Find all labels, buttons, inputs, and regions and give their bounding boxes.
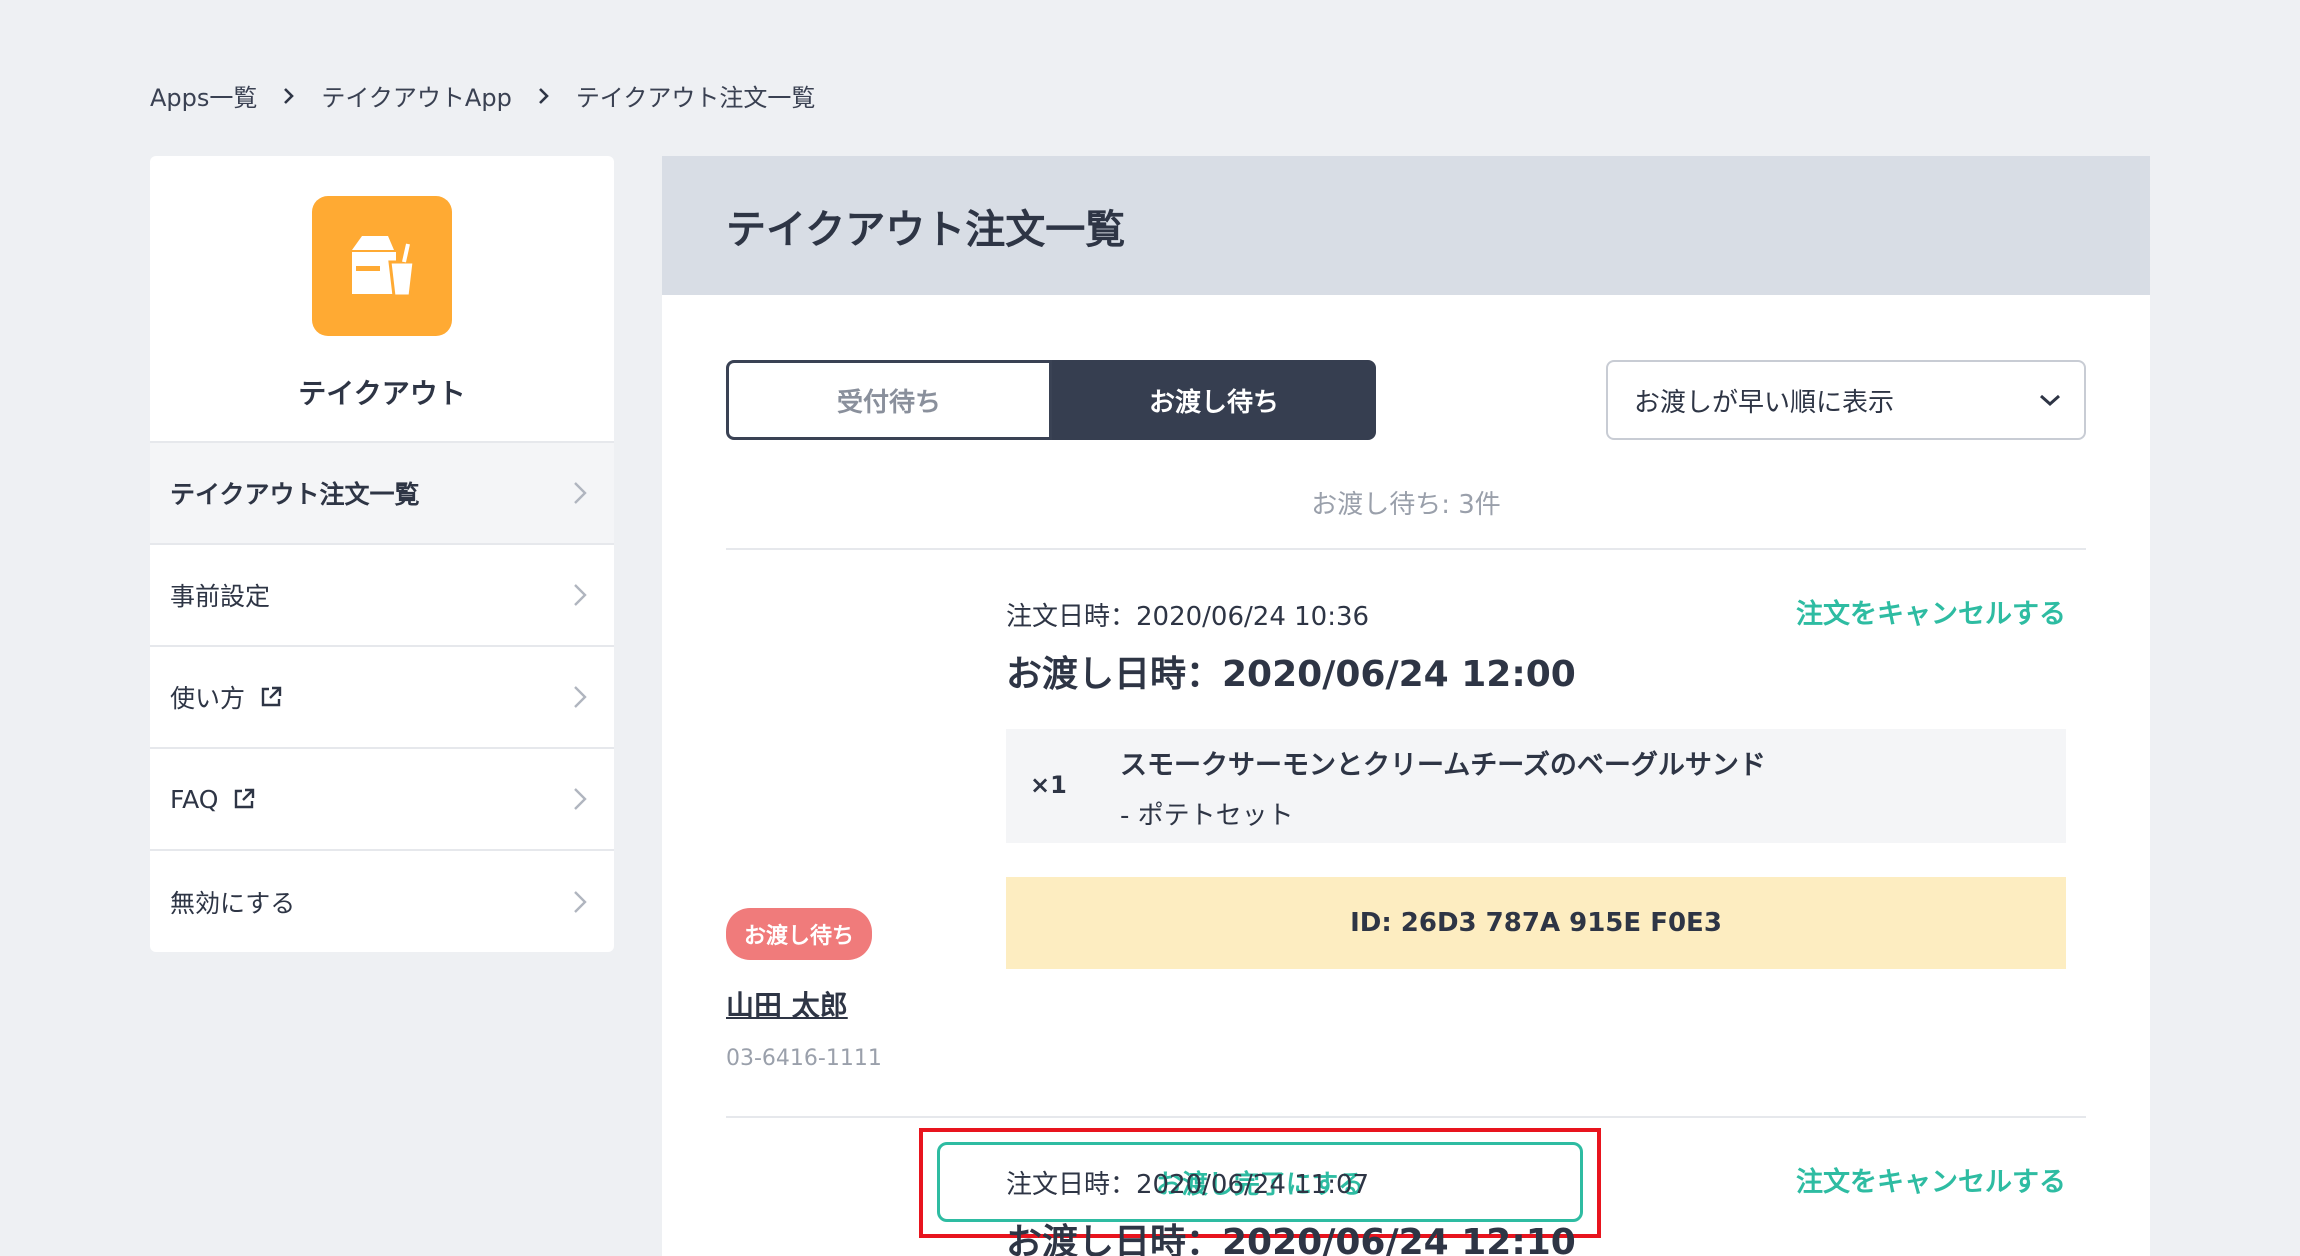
chevron-right-icon	[534, 86, 554, 106]
sidebar: テイクアウト テイクアウト注文一覧 事前設定 使い方 FAQ 無効にする	[150, 156, 614, 952]
page: Apps一覧 テイクアウトApp テイクアウト注文一覧 テイクアウト テイクアウ…	[0, 0, 2300, 1256]
breadcrumb-current: テイクアウト注文一覧	[575, 84, 816, 112]
chevron-right-icon	[574, 686, 587, 708]
customer-name-link[interactable]: 山田 太郎	[726, 984, 882, 1024]
customer-info: お渡し待ち 山田 太郎 03-6416-1111	[726, 908, 882, 1071]
main-panel: テイクアウト注文一覧 受付待ち お渡し待ち お渡しが早い順に表示 お渡し待ち: …	[662, 156, 2150, 1256]
sidebar-item-usage[interactable]: 使い方	[150, 647, 614, 749]
external-link-icon	[235, 788, 255, 809]
divider	[726, 1116, 2086, 1118]
customer-phone: 03-6416-1111	[726, 1046, 882, 1071]
chevron-right-icon	[574, 891, 587, 913]
cancel-order-link[interactable]: 注文をキャンセルする	[1796, 592, 2066, 631]
breadcrumb: Apps一覧 テイクアウトApp テイクアウト注文一覧	[150, 78, 815, 113]
cancel-order-link[interactable]: 注文をキャンセルする	[1796, 1160, 2066, 1199]
sidebar-item-label: FAQ	[170, 784, 219, 814]
handoff-datetime: お渡し日時：2020/06/24 12:00	[1006, 654, 1576, 695]
app-header: テイクアウト	[150, 156, 614, 443]
tab-pending[interactable]: 受付待ち	[726, 360, 1052, 440]
breadcrumb-apps[interactable]: Apps一覧	[150, 78, 257, 113]
item-name: スモークサーモンとクリームチーズのベーグルサンド	[1120, 750, 1766, 781]
handoff-datetime: お渡し日時：2020/06/24 12:10	[1006, 1222, 1576, 1256]
status-badge: お渡し待ち	[726, 908, 873, 960]
sidebar-item-label: 事前設定	[170, 582, 271, 611]
order-detail: 注文日時：2020/06/24 10:36 注文をキャンセルする お渡し日時：2…	[1006, 596, 2066, 969]
chevron-right-icon	[574, 788, 587, 810]
item-quantity: ×1	[1030, 771, 1067, 799]
sidebar-item-disable[interactable]: 無効にする	[150, 851, 614, 952]
sidebar-item-faq[interactable]: FAQ	[150, 749, 614, 851]
tab-awaiting-handoff[interactable]: お渡し待ち	[1052, 360, 1376, 440]
breadcrumb-takeout-app[interactable]: テイクアウトApp	[321, 78, 511, 113]
page-title: テイクアウト注文一覧	[662, 156, 2150, 295]
order-item: ×1 スモークサーモンとクリームチーズのベーグルサンド - ポテトセット	[1006, 729, 2066, 843]
sidebar-item-label: 無効にする	[170, 889, 296, 918]
chevron-right-icon	[574, 584, 587, 606]
chevron-down-icon	[2040, 394, 2060, 407]
sidebar-item-order-list[interactable]: テイクアウト注文一覧	[150, 443, 614, 545]
app-name: テイクアウト	[298, 377, 466, 410]
order-id: ID: 26D3 787A 915E F0E3	[1006, 877, 2066, 969]
sort-select[interactable]: お渡しが早い順に表示	[1606, 360, 2086, 440]
sidebar-item-label: 使い方	[170, 684, 246, 713]
item-option: - ポテトセット	[1120, 801, 1294, 831]
order-detail: 注文日時：2020/06/24 11:07 注文をキャンセルする お渡し日時：2…	[1006, 1164, 2066, 1256]
sidebar-item-label: テイクアウト注文一覧	[170, 480, 420, 509]
external-link-icon	[261, 686, 282, 707]
filter-controls: 受付待ち お渡し待ち お渡しが早い順に表示	[726, 360, 2086, 440]
sidebar-item-settings[interactable]: 事前設定	[150, 545, 614, 647]
chevron-right-icon	[574, 482, 587, 504]
chevron-right-icon	[279, 86, 299, 106]
sort-select-value: お渡しが早い順に表示	[1634, 387, 1895, 418]
status-tabs: 受付待ち お渡し待ち	[726, 360, 1376, 440]
order-count: お渡し待ち: 3件	[1311, 490, 1501, 520]
takeout-bag-icon	[312, 196, 452, 336]
divider	[726, 548, 2086, 550]
